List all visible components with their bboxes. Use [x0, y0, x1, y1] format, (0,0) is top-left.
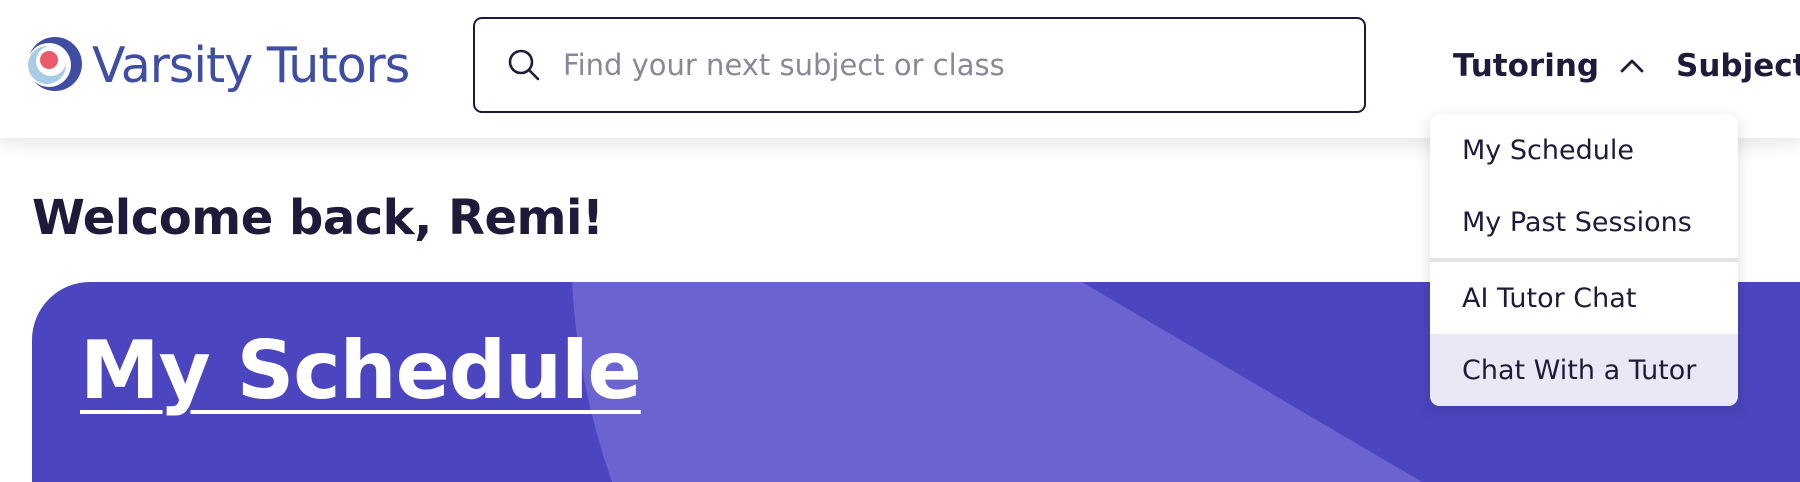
nav-subjects-label: Subjects	[1676, 48, 1800, 84]
brand-name: Varsity Tutors	[92, 36, 410, 94]
menu-item-label: My Schedule	[1462, 134, 1634, 166]
search-icon	[508, 49, 540, 81]
menu-item-label: AI Tutor Chat	[1462, 282, 1637, 314]
menu-item-label: My Past Sessions	[1462, 206, 1692, 238]
brand-logo[interactable]: Varsity Tutors	[22, 30, 410, 100]
nav-subjects[interactable]: Subjects	[1676, 36, 1800, 96]
search-input[interactable]	[561, 34, 1364, 96]
nav-tutoring-label: Tutoring	[1453, 48, 1600, 84]
menu-item-ai-tutor-chat[interactable]: AI Tutor Chat	[1430, 262, 1738, 334]
tutoring-dropdown-menu: My Schedule My Past Sessions AI Tutor Ch…	[1430, 114, 1738, 406]
varsity-tutors-logo-icon	[27, 37, 82, 91]
menu-item-my-past-sessions[interactable]: My Past Sessions	[1430, 186, 1738, 258]
my-schedule-link[interactable]: My Schedule	[80, 324, 642, 417]
nav-tutoring[interactable]: Tutoring	[1453, 36, 1647, 96]
search-box[interactable]	[473, 17, 1366, 113]
chevron-up-icon	[1620, 59, 1644, 73]
welcome-heading: Welcome back, Remi!	[32, 190, 604, 246]
menu-item-chat-with-a-tutor[interactable]: Chat With a Tutor	[1430, 334, 1738, 406]
menu-item-my-schedule[interactable]: My Schedule	[1430, 114, 1738, 186]
menu-item-label: Chat With a Tutor	[1462, 354, 1697, 386]
